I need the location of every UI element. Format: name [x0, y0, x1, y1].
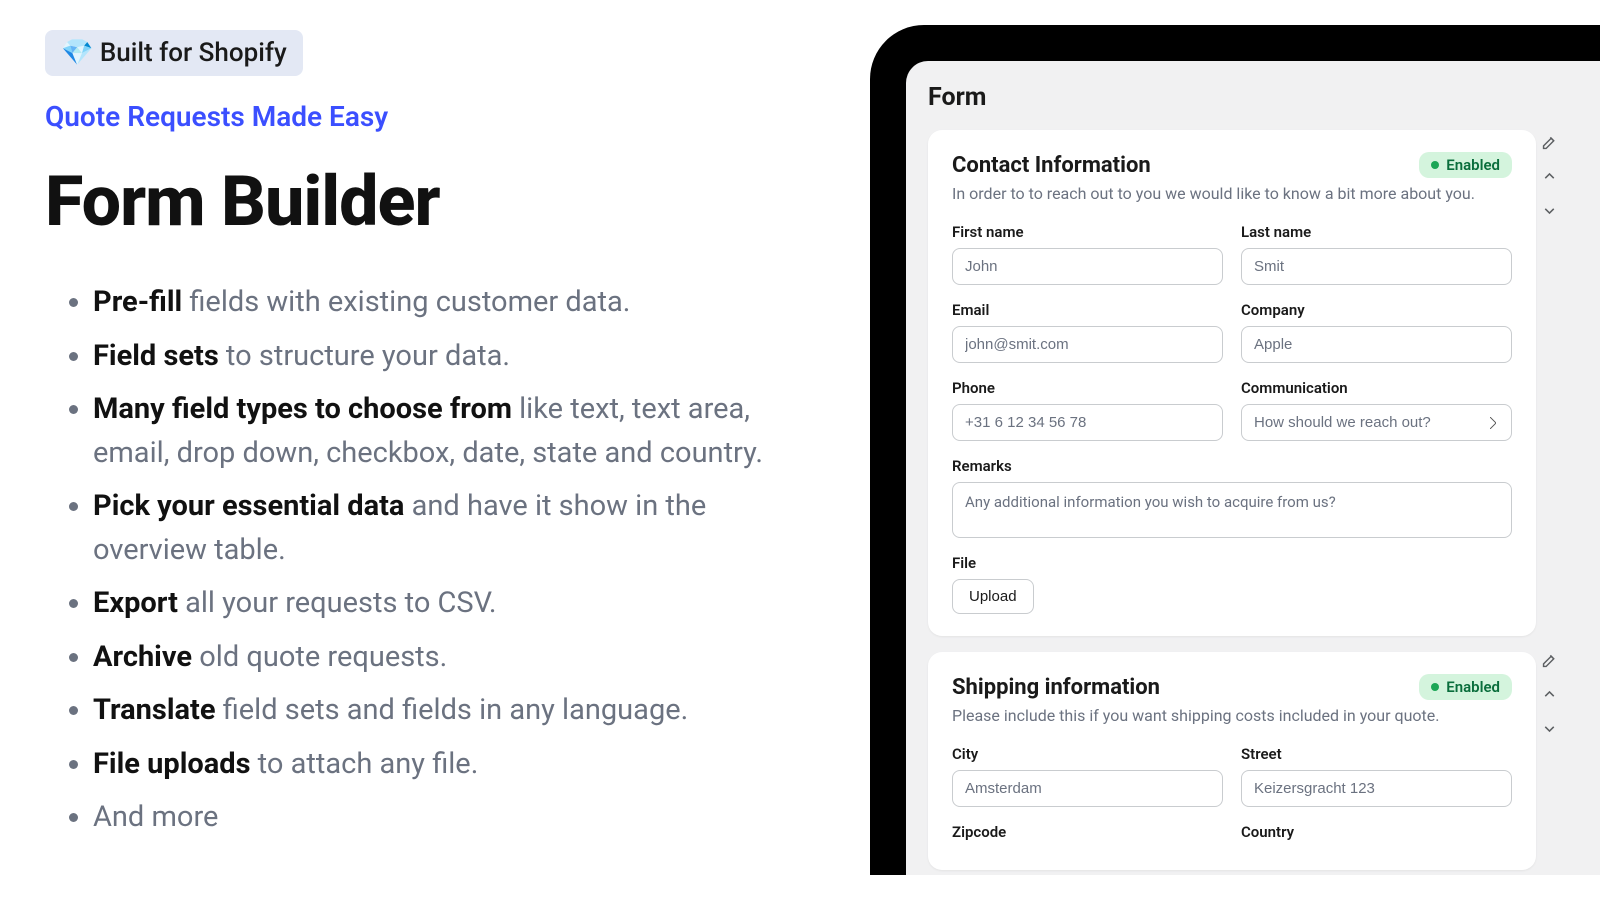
screen-title: Form: [928, 83, 1600, 112]
email-field[interactable]: [952, 326, 1223, 363]
feature-item: Pick your essential data and have it sho…: [93, 485, 825, 572]
app-screen: Form Contact Information Enabled In orde…: [906, 61, 1600, 875]
edit-icon[interactable]: [1536, 129, 1562, 155]
lastname-label: Last name: [1241, 223, 1512, 241]
status-badge: Enabled: [1419, 674, 1512, 700]
move-up-icon[interactable]: [1536, 163, 1562, 189]
card-title: Shipping information: [952, 675, 1160, 700]
status-text: Enabled: [1446, 678, 1500, 696]
firstname-label: First name: [952, 223, 1223, 241]
email-label: Email: [952, 301, 1223, 319]
edit-icon[interactable]: [1536, 647, 1562, 673]
move-up-icon[interactable]: [1536, 681, 1562, 707]
feature-item: Pre-fill fields with existing customer d…: [93, 281, 825, 325]
feature-item: Archive old quote requests.: [93, 636, 825, 680]
feature-item: And more: [93, 796, 825, 840]
city-label: City: [952, 745, 1223, 763]
city-field[interactable]: [952, 770, 1223, 807]
feature-item: Field sets to structure your data.: [93, 335, 825, 379]
status-text: Enabled: [1446, 156, 1500, 174]
contact-info-card: Contact Information Enabled In order to …: [928, 130, 1536, 636]
status-badge: Enabled: [1419, 152, 1512, 178]
remarks-field[interactable]: [952, 482, 1512, 538]
lastname-field[interactable]: [1241, 248, 1512, 285]
move-down-icon[interactable]: [1536, 197, 1562, 223]
subtitle-link[interactable]: Quote Requests Made Easy: [45, 100, 825, 133]
card-title: Contact Information: [952, 153, 1151, 178]
status-dot-icon: [1431, 683, 1439, 691]
street-label: Street: [1241, 745, 1512, 763]
feature-item: Translate field sets and fields in any l…: [93, 689, 825, 733]
remarks-label: Remarks: [952, 457, 1512, 475]
feature-item: File uploads to attach any file.: [93, 743, 825, 787]
file-label: File: [952, 554, 1512, 572]
street-field[interactable]: [1241, 770, 1512, 807]
upload-button[interactable]: Upload: [952, 579, 1034, 614]
company-label: Company: [1241, 301, 1512, 319]
phone-label: Phone: [952, 379, 1223, 397]
communication-label: Communication: [1241, 379, 1512, 397]
device-frame: Form Contact Information Enabled In orde…: [870, 25, 1600, 875]
company-field[interactable]: [1241, 326, 1512, 363]
communication-select[interactable]: How should we reach out?: [1241, 404, 1512, 441]
card-description: Please include this if you want shipping…: [952, 706, 1512, 725]
status-dot-icon: [1431, 161, 1439, 169]
phone-field[interactable]: [952, 404, 1223, 441]
shipping-info-card: Shipping information Enabled Please incl…: [928, 652, 1536, 870]
move-down-icon[interactable]: [1536, 715, 1562, 741]
card-description: In order to to reach out to you we would…: [952, 184, 1512, 203]
feature-item: Export all your requests to CSV.: [93, 582, 825, 626]
shopify-badge: 💎 Built for Shopify: [45, 30, 303, 76]
firstname-field[interactable]: [952, 248, 1223, 285]
country-label: Country: [1241, 823, 1512, 841]
feature-item: Many field types to choose from like tex…: [93, 388, 825, 475]
zip-label: Zipcode: [952, 823, 1223, 841]
page-title: Form Builder: [45, 161, 825, 243]
feature-list: Pre-fill fields with existing customer d…: [45, 281, 825, 840]
